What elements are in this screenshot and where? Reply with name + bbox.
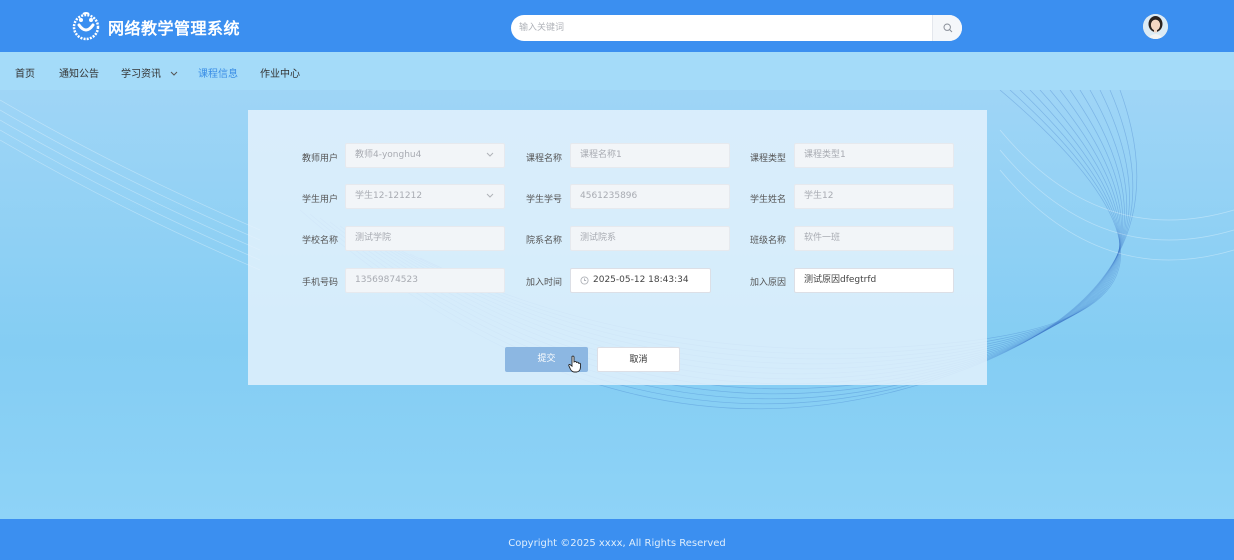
cancel-button[interactable]: 取消 — [597, 347, 680, 372]
hand-pointer-icon — [568, 355, 582, 373]
teacher-user-value: 教师4-yonghu4 — [355, 150, 422, 160]
student-name-field[interactable]: 学生12 — [794, 184, 954, 209]
copyright-text: Copyright ©2025 xxxx, All Rights Reserve… — [508, 538, 726, 549]
phone-label: 手机号码 — [302, 278, 339, 288]
join-time-value: 2025-05-12 18:43:34 — [593, 275, 689, 285]
course-form: 教师用户 教师4-yonghu4 课程名称 课程名称1 课程类型 课程类型1 学… — [248, 110, 987, 385]
nav-item-label: 学习资讯 — [121, 69, 161, 80]
class-name-field[interactable]: 软件一班 — [794, 226, 954, 251]
chevron-down-icon — [486, 152, 494, 157]
student-id-label: 学生学号 — [526, 195, 563, 205]
chevron-down-icon — [486, 193, 494, 198]
main-content: 教师用户 教师4-yonghu4 课程名称 课程名称1 课程类型 课程类型1 学… — [0, 90, 1234, 519]
student-user-select[interactable]: 学生12-121212 — [345, 184, 505, 209]
school-name-label: 学校名称 — [302, 236, 339, 246]
join-reason-field[interactable]: 测试原因dfegtrfd — [794, 268, 954, 293]
join-reason-label: 加入原因 — [750, 278, 787, 288]
search-bar — [511, 15, 962, 41]
course-name-label: 课程名称 — [526, 154, 563, 164]
course-name-field[interactable]: 课程名称1 — [570, 143, 730, 168]
nav-item-learning-news[interactable]: 学习资讯 — [121, 65, 178, 80]
page-footer: Copyright ©2025 xxxx, All Rights Reserve… — [0, 519, 1234, 560]
clock-icon — [580, 276, 589, 285]
nav-item-homework[interactable]: 作业中心 — [260, 65, 300, 80]
course-type-label: 课程类型 — [750, 154, 787, 164]
nav-item-notices[interactable]: 通知公告 — [59, 65, 99, 80]
teacher-user-label: 教师用户 — [302, 154, 339, 164]
course-type-field[interactable]: 课程类型1 — [794, 143, 954, 168]
teacher-user-select[interactable]: 教师4-yonghu4 — [345, 143, 505, 168]
join-time-label: 加入时间 — [526, 278, 563, 288]
user-avatar[interactable] — [1143, 14, 1168, 39]
nav-item-home[interactable]: 首页 — [15, 65, 35, 80]
main-nav: 首页 通知公告 学习资讯 课程信息 作业中心 — [0, 52, 1234, 90]
top-header: 网络教学管理系统 — [0, 0, 1234, 52]
school-name-field[interactable]: 测试学院 — [345, 226, 505, 251]
student-name-label: 学生姓名 — [750, 195, 787, 205]
student-user-label: 学生用户 — [302, 195, 339, 205]
chevron-down-icon — [170, 71, 178, 76]
search-icon — [943, 23, 953, 33]
join-time-picker[interactable]: 2025-05-12 18:43:34 — [570, 268, 711, 293]
phone-field[interactable]: 13569874523 — [345, 268, 505, 293]
site-title: 网络教学管理系统 — [108, 19, 241, 38]
department-name-label: 院系名称 — [526, 236, 563, 246]
department-name-field[interactable]: 测试院系 — [570, 226, 730, 251]
smile-logo-icon[interactable] — [70, 10, 102, 42]
search-button[interactable] — [932, 15, 962, 41]
search-input[interactable] — [511, 15, 931, 41]
student-user-value: 学生12-121212 — [355, 191, 423, 201]
class-name-label: 班级名称 — [750, 236, 787, 246]
student-id-field[interactable]: 4561235896 — [570, 184, 730, 209]
nav-item-course-info[interactable]: 课程信息 — [198, 65, 238, 80]
